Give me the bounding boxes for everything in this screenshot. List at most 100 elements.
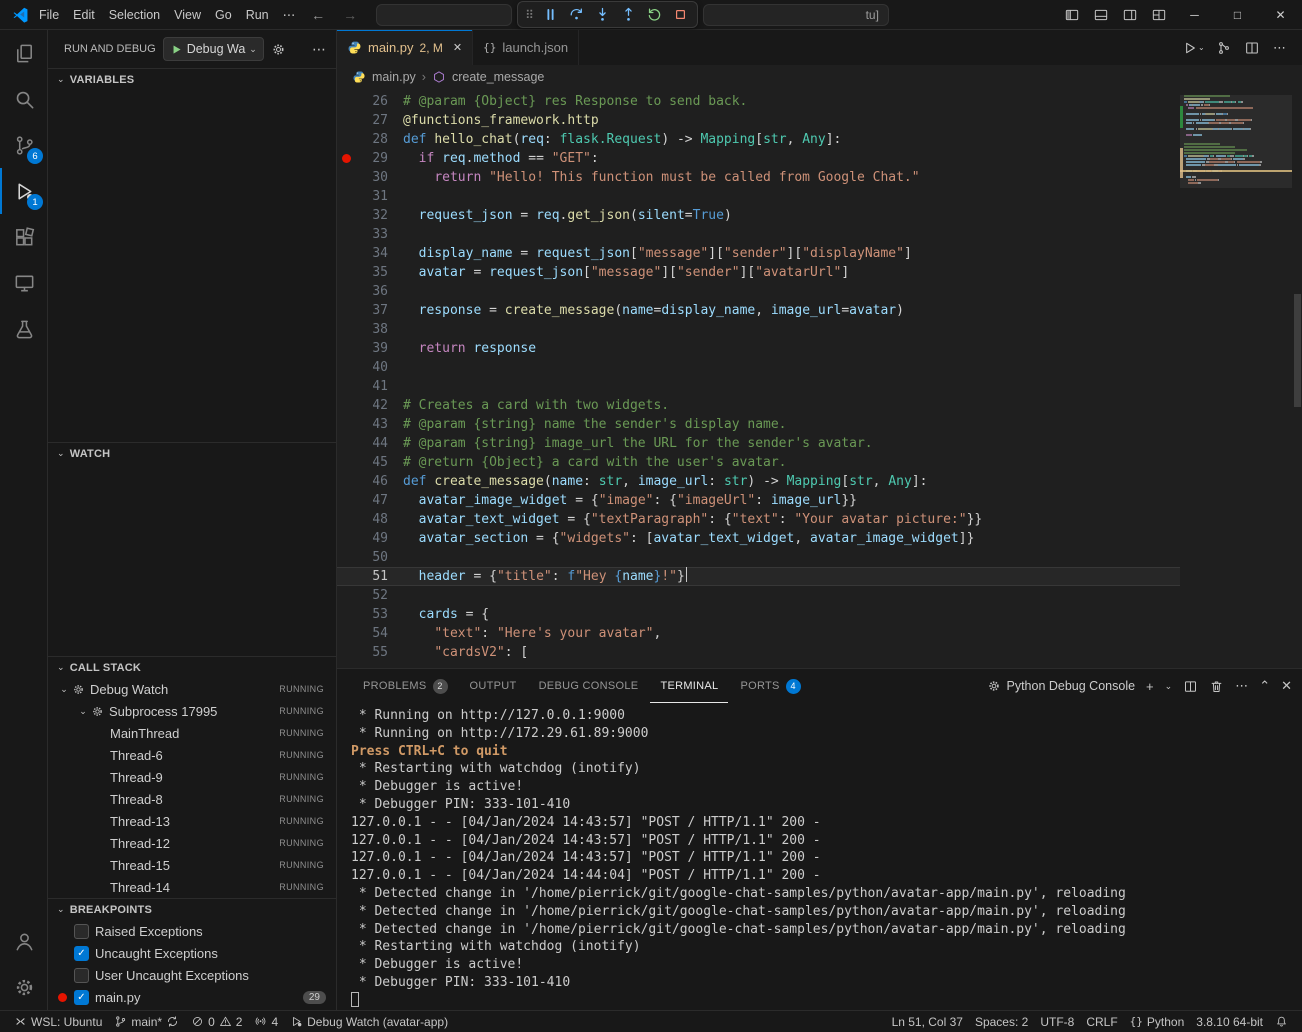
sidebar-more-icon[interactable]: ⋯ xyxy=(312,41,326,58)
step-into-button[interactable] xyxy=(590,3,615,26)
code-line-45[interactable]: 45# @return {Object} a card with the use… xyxy=(337,453,1180,472)
split-editor-icon[interactable] xyxy=(1239,35,1264,61)
breadcrumb-symbol[interactable]: create_message xyxy=(452,70,544,84)
panel-more-icon[interactable]: ⋯ xyxy=(1235,678,1248,694)
debug-config-dropdown[interactable]: Debug Wa ⌄ xyxy=(163,37,264,61)
code-line-55[interactable]: 55 "cardsV2": [ xyxy=(337,643,1180,662)
activity-testing[interactable] xyxy=(0,306,47,352)
forward-icon[interactable]: → xyxy=(334,7,366,23)
breakpoint-checkbox[interactable]: ✓ xyxy=(74,946,89,961)
activity-explorer[interactable] xyxy=(0,30,47,76)
panel-tab-problems[interactable]: PROBLEMS2 xyxy=(353,669,458,703)
breakpoint-item[interactable]: Raised Exceptions xyxy=(48,920,336,942)
python-interpreter[interactable]: 3.8.10 64-bit xyxy=(1190,1015,1269,1029)
breakpoint-item[interactable]: ✓main.py29 xyxy=(48,986,336,1008)
code-line-29[interactable]: 29 if req.method == "GET": xyxy=(337,149,1180,168)
breadcrumb-file[interactable]: main.py xyxy=(372,70,416,84)
code-line-35[interactable]: 35 avatar = request_json["message"]["sen… xyxy=(337,263,1180,282)
code-line-30[interactable]: 30 return "Hello! This function must be … xyxy=(337,168,1180,187)
split-terminal-icon[interactable] xyxy=(1183,679,1198,694)
menu-view[interactable]: View xyxy=(167,0,208,30)
code-line-38[interactable]: 38 xyxy=(337,320,1180,339)
maximize-panel-icon[interactable]: ⌃ xyxy=(1259,678,1270,694)
remote-indicator[interactable]: WSL: Ubuntu xyxy=(8,1015,108,1029)
code-line-40[interactable]: 40 xyxy=(337,358,1180,377)
code-line-37[interactable]: 37 response = create_message(name=displa… xyxy=(337,301,1180,320)
code-line-28[interactable]: 28def hello_chat(req: flask.Request) -> … xyxy=(337,130,1180,149)
editor-more-icon[interactable]: ⋯ xyxy=(1267,35,1292,61)
breakpoint-item[interactable]: User Uncaught Exceptions xyxy=(48,964,336,986)
code-line-46[interactable]: 46def create_message(name: str, image_ur… xyxy=(337,472,1180,491)
account-button[interactable] xyxy=(0,918,47,964)
code-line-31[interactable]: 31 xyxy=(337,187,1180,206)
code-line-51[interactable]: 51 header = {"title": f"Hey {name}!"} xyxy=(337,567,1180,586)
toggle-secondary-sidebar-icon[interactable] xyxy=(1115,0,1144,30)
call-stack-item[interactable]: Thread-15RUNNING xyxy=(48,854,336,876)
step-out-button[interactable] xyxy=(616,3,641,26)
terminal-output[interactable]: * Running on http://127.0.0.1:9000 * Run… xyxy=(337,703,1302,1010)
close-tab-icon[interactable]: ✕ xyxy=(453,41,462,54)
eol-status[interactable]: CRLF xyxy=(1080,1015,1123,1029)
language-mode[interactable]: {}Python xyxy=(1124,1015,1191,1029)
panel-tab-ports[interactable]: PORTS4 xyxy=(730,669,810,703)
tab-launch.json[interactable]: {}launch.json xyxy=(473,30,579,65)
step-over-button[interactable] xyxy=(564,3,589,26)
editor-scrollbar[interactable] xyxy=(1292,92,1302,668)
breakpoint-checkbox[interactable] xyxy=(74,924,89,939)
problems-status[interactable]: 02 xyxy=(185,1015,248,1029)
menu-file[interactable]: File xyxy=(32,0,66,30)
settings-button[interactable] xyxy=(0,964,47,1010)
pause-button[interactable] xyxy=(538,3,563,26)
call-stack-item[interactable]: Thread-9RUNNING xyxy=(48,766,336,788)
scrollbar-thumb[interactable] xyxy=(1294,294,1301,407)
code-line-54[interactable]: 54 "text": "Here's your avatar", xyxy=(337,624,1180,643)
notifications-bell[interactable] xyxy=(1269,1015,1294,1029)
menu-edit[interactable]: Edit xyxy=(66,0,102,30)
call-stack-item[interactable]: MainThreadRUNNING xyxy=(48,722,336,744)
breakpoint-checkbox[interactable]: ✓ xyxy=(74,990,89,1005)
call-stack-item[interactable]: Thread-8RUNNING xyxy=(48,788,336,810)
run-dropdown-icon[interactable]: ⌄ xyxy=(1198,43,1208,52)
maximize-button[interactable]: □ xyxy=(1216,0,1259,30)
panel-tab-output[interactable]: OUTPUT xyxy=(460,669,527,703)
debug-session-status[interactable]: Debug Watch (avatar-app) xyxy=(284,1015,454,1029)
restart-button[interactable] xyxy=(642,3,667,26)
menu-more-icon[interactable]: ⋯ xyxy=(276,0,303,30)
call-stack-item[interactable]: ⌄Subprocess 17995RUNNING xyxy=(48,700,336,722)
customize-layout-icon[interactable] xyxy=(1144,0,1173,30)
breakpoint-item[interactable]: ✓Uncaught Exceptions xyxy=(48,942,336,964)
close-panel-icon[interactable]: ✕ xyxy=(1281,678,1292,694)
back-icon[interactable]: ← xyxy=(302,7,334,23)
terminal-profile[interactable]: Python Debug Console xyxy=(987,679,1135,693)
code-lines[interactable]: 26# @param {Object} res Response to send… xyxy=(337,92,1180,668)
code-line-32[interactable]: 32 request_json = req.get_json(silent=Tr… xyxy=(337,206,1180,225)
branch-status[interactable]: main* xyxy=(108,1015,185,1029)
code-line-44[interactable]: 44# @param {string} image_url the URL fo… xyxy=(337,434,1180,453)
toggle-panel-icon[interactable] xyxy=(1086,0,1115,30)
code-line-39[interactable]: 39 return response xyxy=(337,339,1180,358)
section-watch[interactable]: ⌄WATCH xyxy=(48,442,336,464)
panel-tab-debug-console[interactable]: DEBUG CONSOLE xyxy=(529,669,649,703)
section-breakpoints[interactable]: ⌄BREAKPOINTS xyxy=(48,898,336,920)
tab-main.py[interactable]: main.py2, M✕ xyxy=(337,30,473,65)
command-center-search[interactable] xyxy=(376,4,512,26)
debug-gear-icon[interactable] xyxy=(271,42,286,57)
breakpoint-dot[interactable] xyxy=(342,154,351,163)
encoding-status[interactable]: UTF-8 xyxy=(1034,1015,1080,1029)
code-line-43[interactable]: 43# @param {string} name the sender's di… xyxy=(337,415,1180,434)
code-line-47[interactable]: 47 avatar_image_widget = {"image": {"ima… xyxy=(337,491,1180,510)
section-variables[interactable]: ⌄VARIABLES xyxy=(48,68,336,90)
activity-extensions[interactable] xyxy=(0,214,47,260)
code-line-53[interactable]: 53 cards = { xyxy=(337,605,1180,624)
call-stack-item[interactable]: Thread-13RUNNING xyxy=(48,810,336,832)
breakpoint-checkbox[interactable] xyxy=(74,968,89,983)
activity-search[interactable] xyxy=(0,76,47,122)
call-stack-item[interactable]: Thread-14RUNNING xyxy=(48,876,336,898)
ports-status[interactable]: 4 xyxy=(248,1015,284,1029)
window-title[interactable]: tu] xyxy=(703,4,889,26)
activity-remote-explorer[interactable] xyxy=(0,260,47,306)
code-line-34[interactable]: 34 display_name = request_json["message"… xyxy=(337,244,1180,263)
close-button[interactable]: ✕ xyxy=(1259,0,1302,30)
code-line-52[interactable]: 52 xyxy=(337,586,1180,605)
kill-terminal-icon[interactable] xyxy=(1209,679,1224,694)
